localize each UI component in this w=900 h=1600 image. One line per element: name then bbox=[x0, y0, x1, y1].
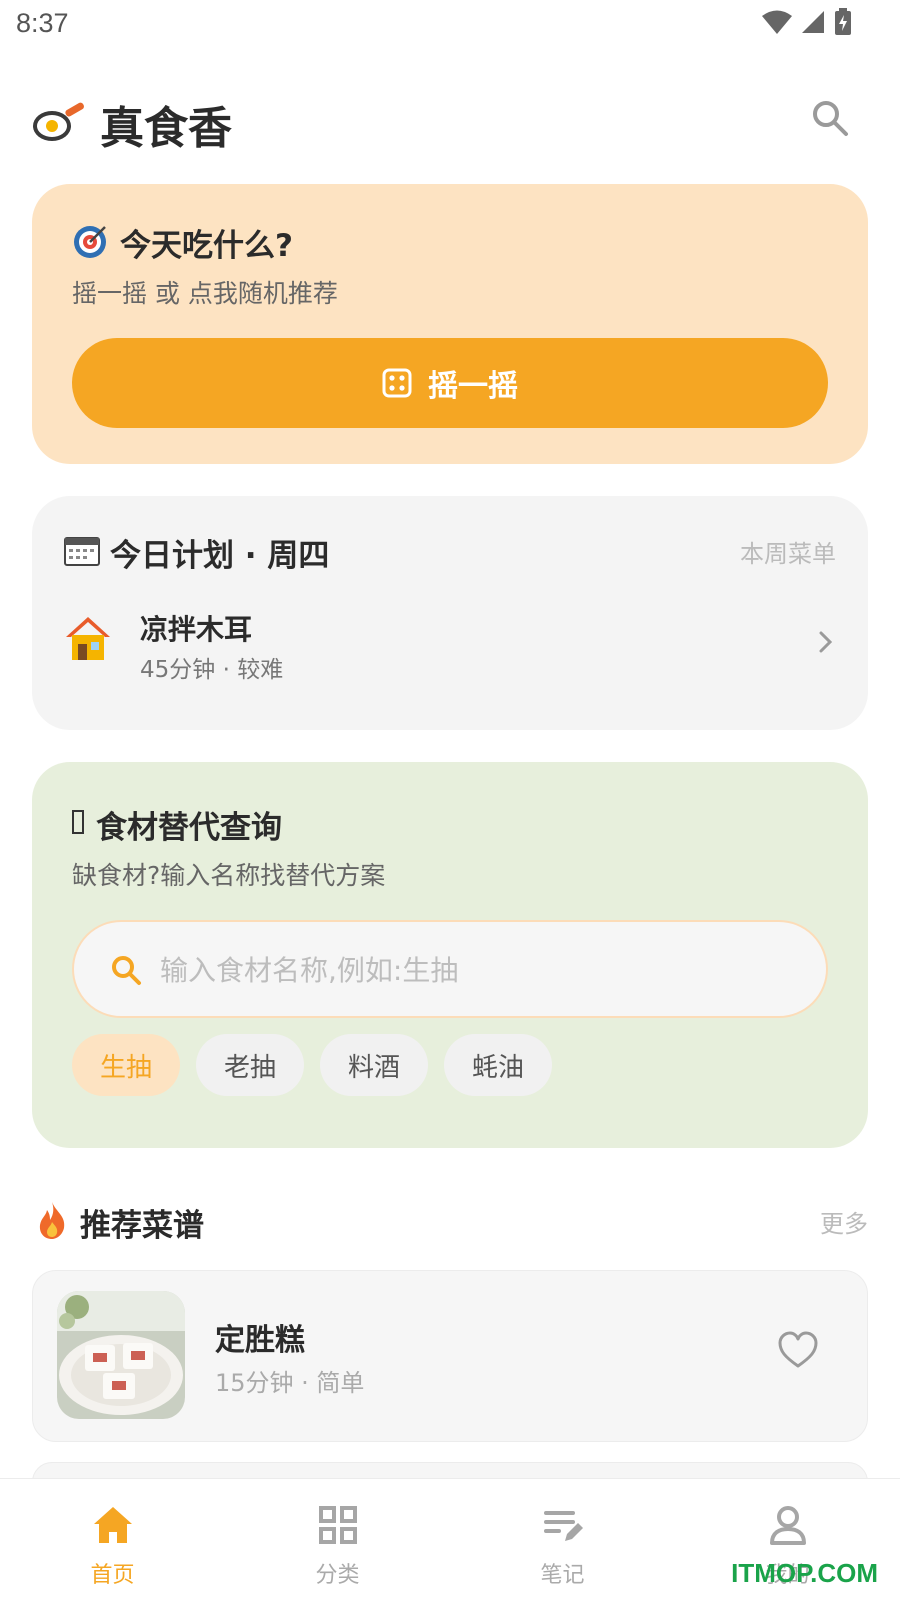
plan-title: 今日计划 · 周四 bbox=[110, 538, 330, 574]
tab-home-label: 首页 bbox=[90, 1563, 135, 1588]
notes-icon bbox=[543, 1511, 583, 1541]
substitute-card: 食材替代查询 缺食材?输入名称找替代方案 生抽 老抽 料酒 蚝油 bbox=[32, 762, 868, 1148]
recipe-image bbox=[57, 1291, 185, 1419]
recommend-title: 推荐菜谱 bbox=[80, 1208, 204, 1244]
app-header: 真食香 bbox=[32, 88, 868, 154]
wifi-icon bbox=[762, 10, 792, 34]
tab-notes-label: 笔记 bbox=[540, 1563, 585, 1588]
status-icons bbox=[762, 8, 852, 36]
signal-icon bbox=[802, 11, 824, 33]
battery-icon bbox=[835, 8, 851, 35]
tab-category-label: 分类 bbox=[315, 1563, 360, 1588]
chevron-right-icon bbox=[819, 631, 833, 653]
plan-card: 今日计划 · 周四 本周菜单 凉拌木耳 45分钟 · 较难 bbox=[32, 496, 868, 730]
tab-category[interactable]: 分类 bbox=[225, 1479, 450, 1600]
shake-button[interactable]: 摇一摇 bbox=[72, 338, 828, 428]
search-icon bbox=[112, 956, 141, 985]
shake-subtitle: 摇一摇 或 点我随机推荐 bbox=[72, 279, 338, 308]
frying-pan-logo-icon bbox=[33, 102, 84, 141]
favorite-button[interactable] bbox=[777, 1331, 819, 1373]
substitute-subtitle: 缺食材?输入名称找替代方案 bbox=[72, 861, 386, 890]
recommend-section-header: 推荐菜谱 更多 bbox=[32, 1196, 868, 1244]
shake-title: 今天吃什么? bbox=[120, 228, 293, 264]
tab-home[interactable]: 首页 bbox=[0, 1479, 225, 1600]
tab-notes[interactable]: 笔记 bbox=[450, 1479, 675, 1600]
ingredient-chips: 生抽 老抽 料酒 蚝油 bbox=[72, 1034, 553, 1096]
target-icon bbox=[74, 226, 106, 258]
chip-ingredient[interactable]: 生抽 bbox=[72, 1034, 181, 1096]
search-button[interactable] bbox=[810, 98, 854, 142]
calendar-icon bbox=[64, 537, 100, 566]
shake-card: 今天吃什么? 摇一摇 或 点我随机推荐 摇一摇 bbox=[32, 184, 868, 464]
weekly-menu-link[interactable]: 本周菜单 bbox=[740, 534, 836, 569]
app-title: 真食香 bbox=[100, 103, 232, 154]
shake-button-label: 摇一摇 bbox=[428, 369, 518, 404]
fire-icon bbox=[39, 1202, 65, 1239]
grid-icon bbox=[318, 1506, 357, 1544]
chip-ingredient[interactable]: 老抽 bbox=[196, 1034, 305, 1096]
user-icon bbox=[769, 1506, 806, 1545]
ingredient-search-input[interactable] bbox=[160, 944, 780, 996]
chip-ingredient[interactable]: 蚝油 bbox=[444, 1034, 553, 1096]
watermark: ITMOP.COM bbox=[731, 1558, 878, 1588]
recipe-name: 定胜糕 bbox=[215, 1323, 305, 1358]
search-icon bbox=[813, 101, 848, 136]
recipe-meta: 15分钟 · 简单 bbox=[215, 1369, 365, 1397]
heart-icon bbox=[778, 1331, 818, 1368]
dice-icon bbox=[382, 368, 412, 398]
recipe-card[interactable]: 定胜糕 15分钟 · 简单 bbox=[32, 1270, 868, 1442]
plan-item[interactable]: 凉拌木耳 45分钟 · 较难 bbox=[64, 600, 836, 700]
house-icon bbox=[66, 617, 110, 660]
ingredient-search-box[interactable] bbox=[72, 920, 828, 1018]
recommend-more-link[interactable]: 更多 bbox=[820, 1204, 868, 1239]
home-icon bbox=[93, 1507, 132, 1543]
plan-item-name: 凉拌木耳 bbox=[140, 613, 253, 646]
plan-item-meta: 45分钟 · 较难 bbox=[140, 657, 284, 683]
status-time: 8:37 bbox=[16, 8, 69, 38]
substitute-title: 食材替代查询 bbox=[96, 810, 282, 846]
status-bar: 8:37 bbox=[0, 0, 900, 50]
placeholder-glyph-icon bbox=[72, 810, 84, 834]
chip-ingredient[interactable]: 料酒 bbox=[320, 1034, 429, 1096]
